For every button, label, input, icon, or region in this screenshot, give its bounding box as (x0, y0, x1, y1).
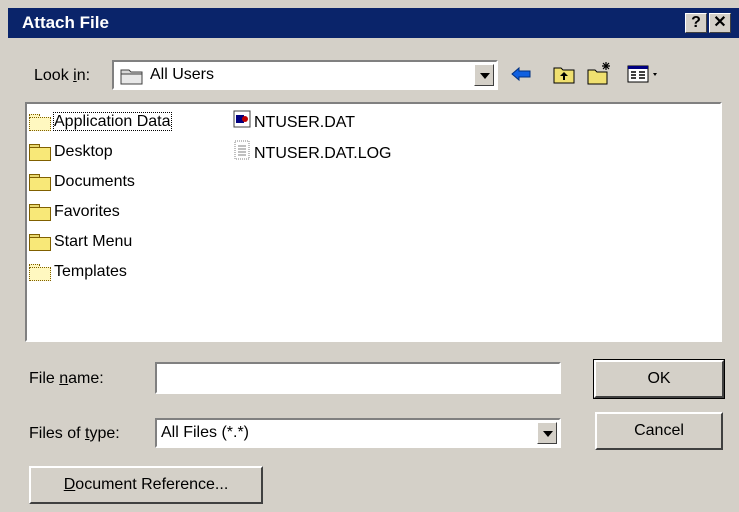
title-bar[interactable]: Attach File ? ✕ (8, 8, 739, 38)
lookin-combobox[interactable]: All Users (112, 60, 498, 90)
folder-icon (29, 263, 51, 281)
folder-icon (29, 233, 51, 251)
folder-icon (29, 203, 51, 221)
view-menu-icon (627, 65, 657, 83)
chevron-down-icon (480, 73, 490, 79)
help-button[interactable]: ? (685, 13, 707, 33)
close-icon: ✕ (713, 14, 727, 31)
document-reference-label: Document Reference... (63, 476, 229, 493)
data-file-icon (233, 110, 251, 136)
up-one-level-button[interactable] (552, 62, 576, 86)
filetype-combobox[interactable]: All Files (*.*) (155, 418, 561, 448)
document-reference-button[interactable]: Document Reference... (29, 466, 263, 504)
lookin-label: Look in: (34, 67, 91, 84)
list-item[interactable]: Start Menu (29, 230, 132, 254)
chevron-down-icon (543, 431, 553, 437)
back-button[interactable] (509, 62, 533, 86)
list-item[interactable]: Templates (29, 260, 127, 284)
filename-label: File name: (29, 370, 104, 387)
folder-icon (29, 173, 51, 191)
list-item[interactable]: Documents (29, 170, 135, 194)
file-list[interactable]: Application Data Desktop Documents Favor… (25, 102, 722, 342)
folder-icon (120, 67, 144, 90)
window-title: Attach File (22, 13, 109, 32)
create-new-folder-button[interactable] (586, 60, 614, 86)
ok-button[interactable]: OK (593, 359, 725, 399)
cancel-button[interactable]: Cancel (595, 412, 723, 450)
list-item[interactable]: Desktop (29, 140, 113, 164)
up-folder-icon (553, 67, 575, 84)
text-file-icon (233, 140, 251, 168)
list-item[interactable]: NTUSER.DAT (233, 110, 355, 134)
view-menu-button[interactable] (626, 62, 666, 86)
filetype-dropdown-button[interactable] (537, 422, 557, 444)
help-icon: ? (691, 14, 701, 31)
folder-icon (29, 113, 51, 131)
folder-icon (29, 143, 51, 161)
lookin-value: All Users (150, 66, 215, 83)
close-button[interactable]: ✕ (709, 13, 731, 33)
lookin-dropdown-button[interactable] (474, 64, 494, 86)
list-item[interactable]: NTUSER.DAT.LOG (233, 140, 392, 164)
filetype-label: Files of type: (29, 425, 120, 442)
filename-input[interactable] (155, 362, 561, 394)
back-arrow-icon (511, 66, 531, 82)
new-folder-icon (587, 62, 610, 85)
list-item[interactable]: Favorites (29, 200, 120, 224)
list-item[interactable]: Application Data (29, 110, 172, 134)
